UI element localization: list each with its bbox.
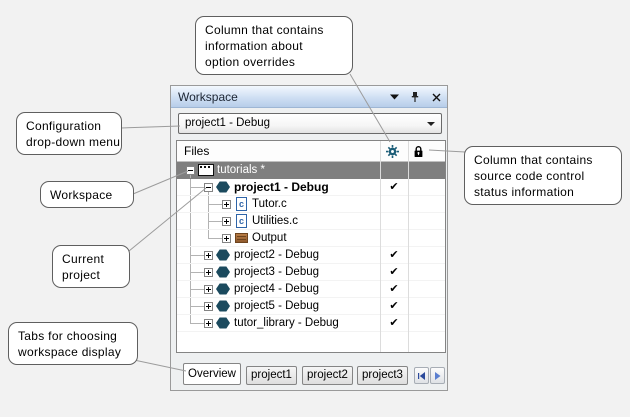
callout-text: status information — [474, 184, 612, 200]
workspace-titlebar[interactable]: Workspace — [171, 86, 447, 108]
tab-project1[interactable]: project1 — [246, 366, 297, 385]
expand-box-icon[interactable] — [204, 319, 213, 328]
tree-label: Utilities.c — [252, 213, 298, 229]
workspace-icon — [198, 164, 214, 176]
configuration-dropdown[interactable]: project1 - Debug — [178, 113, 442, 134]
tree-label: project2 - Debug — [234, 247, 319, 263]
tree-row-project4[interactable]: project4 - Debug ✔ — [177, 281, 445, 298]
expand-box-icon[interactable] — [222, 200, 231, 209]
window-title: Workspace — [178, 90, 238, 104]
callout-current-project: Current project — [52, 245, 130, 288]
callout-option-overrides-column: Column that contains information about o… — [195, 16, 353, 75]
workspace-tree: tutorials * project1 - Debug ✔ Tutor.c — [177, 162, 445, 332]
chevron-down-icon[interactable] — [387, 90, 401, 104]
tree-row-utilities-c[interactable]: Utilities.c — [177, 213, 445, 230]
tree-row-tutor-library[interactable]: tutor_library - Debug ✔ — [177, 315, 445, 332]
files-header: Files — [177, 141, 445, 162]
tree-label: project3 - Debug — [234, 264, 319, 280]
collapse-box-icon[interactable] — [204, 183, 213, 192]
collapse-box-icon[interactable] — [186, 166, 195, 175]
pin-icon[interactable] — [408, 90, 422, 104]
titlebar-icons — [387, 86, 443, 108]
expand-box-icon[interactable] — [204, 302, 213, 311]
chevron-down-icon — [427, 122, 435, 126]
scc-column-separator — [408, 141, 409, 352]
callout-text: Column that contains — [205, 22, 343, 38]
tab-project2[interactable]: project2 — [302, 366, 353, 385]
callout-workspace: Workspace — [40, 181, 134, 208]
tree-row-project3[interactable]: project3 - Debug ✔ — [177, 264, 445, 281]
callout-text: workspace display — [18, 344, 128, 360]
callout-text: source code control — [474, 168, 612, 184]
project-icon — [216, 266, 230, 278]
check-icon: ✔ — [380, 179, 408, 195]
tab-project3[interactable]: project3 — [357, 366, 408, 385]
project-icon — [216, 181, 230, 193]
callout-source-control-column: Column that contains source code control… — [464, 146, 622, 205]
callout-text: Workspace — [50, 187, 124, 203]
check-icon: ✔ — [380, 247, 408, 263]
callout-text: Configuration — [26, 118, 112, 134]
tree-label: tutorials * — [217, 162, 265, 178]
tree-row-tutor-c[interactable]: Tutor.c — [177, 196, 445, 213]
callout-text: drop-down menu — [26, 134, 112, 150]
gear-icon[interactable] — [386, 145, 399, 163]
tab-scroll-left-button[interactable] — [414, 367, 429, 384]
expand-box-icon[interactable] — [222, 234, 231, 243]
files-panel: Files tutorials * — [176, 140, 446, 353]
callout-text: Tabs for choosing — [18, 328, 128, 344]
tree-row-project2[interactable]: project2 - Debug ✔ — [177, 247, 445, 264]
workspace-panel: Workspace project1 - Debug Files — [170, 85, 448, 391]
folder-icon — [235, 233, 248, 243]
configuration-dropdown-value: project1 - Debug — [185, 114, 270, 133]
callout-text: option overrides — [205, 54, 343, 70]
options-column-separator — [380, 141, 381, 352]
tree-label: project5 - Debug — [234, 298, 319, 314]
c-file-icon — [236, 214, 247, 228]
project-icon — [216, 283, 230, 295]
arrow-left-icon — [418, 372, 426, 380]
tab-overview[interactable]: Overview — [183, 363, 241, 385]
tree-label: Tutor.c — [252, 196, 287, 212]
callout-text: project — [62, 267, 120, 283]
check-icon: ✔ — [380, 315, 408, 331]
check-icon: ✔ — [380, 298, 408, 314]
callout-text: Current — [62, 251, 120, 267]
tree-label: Output — [252, 230, 287, 246]
callout-text: Column that contains — [474, 152, 612, 168]
annotated-workspace-figure: Workspace project1 - Debug Files — [0, 0, 630, 417]
callout-configuration-dropdown: Configuration drop-down menu — [16, 112, 122, 155]
tree-label: tutor_library - Debug — [234, 315, 339, 331]
tree-label: project4 - Debug — [234, 281, 319, 297]
files-column-header[interactable]: Files — [184, 141, 209, 161]
project-icon — [216, 317, 230, 329]
tree-row-project1[interactable]: project1 - Debug ✔ — [177, 179, 445, 196]
check-icon: ✔ — [380, 281, 408, 297]
arrow-right-icon — [434, 372, 442, 380]
expand-box-icon[interactable] — [204, 251, 213, 260]
close-icon[interactable] — [429, 90, 443, 104]
callout-text: information about — [205, 38, 343, 54]
expand-box-icon[interactable] — [222, 217, 231, 226]
tab-scroll-right-button[interactable] — [430, 367, 445, 384]
check-icon: ✔ — [380, 264, 408, 280]
expand-box-icon[interactable] — [204, 285, 213, 294]
callout-workspace-tabs: Tabs for choosing workspace display — [8, 322, 138, 365]
tree-row-output[interactable]: Output — [177, 230, 445, 247]
c-file-icon — [236, 197, 247, 211]
expand-box-icon[interactable] — [204, 268, 213, 277]
tree-row-project5[interactable]: project5 - Debug ✔ — [177, 298, 445, 315]
project-icon — [216, 300, 230, 312]
tree-row-workspace[interactable]: tutorials * — [177, 162, 445, 179]
lock-icon[interactable] — [413, 145, 424, 163]
tree-label: project1 - Debug — [234, 179, 329, 195]
project-icon — [216, 249, 230, 261]
